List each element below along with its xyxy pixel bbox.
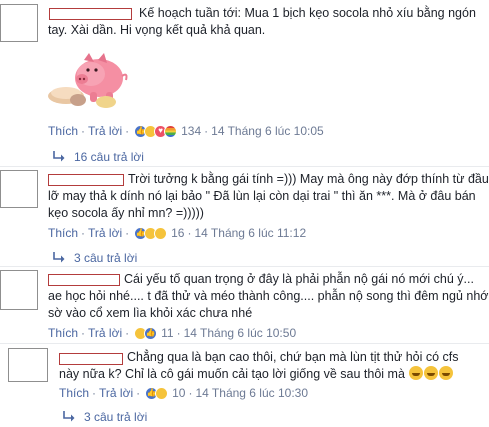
reply-arrow-icon — [63, 411, 75, 422]
separator: · — [187, 226, 192, 240]
like-reaction-icon: 👍 — [144, 326, 158, 340]
comment-text: này nữa k? Chỉ là cô gái muốn cải tạo lờ… — [59, 366, 454, 383]
like-link[interactable]: Thích — [48, 124, 78, 138]
comment-meta: Thích · Trả lời · 👍 16 · 14 Tháng 6 lúc … — [48, 226, 306, 240]
wow-reaction-icon — [154, 226, 168, 240]
avatar[interactable] — [0, 170, 38, 208]
commenter-name-redacted[interactable] — [48, 174, 124, 186]
replies-count[interactable]: 3 câu trả lời — [84, 410, 147, 424]
replies-count[interactable]: 16 câu trả lời — [74, 150, 144, 164]
reply-link[interactable]: Trả lời — [88, 124, 122, 138]
timestamp[interactable]: 14 Tháng 6 lúc 10:30 — [195, 386, 308, 400]
reply-link[interactable]: Trả lời — [88, 326, 122, 340]
reply-arrow-icon — [53, 252, 65, 263]
divider — [0, 343, 489, 344]
reaction-count[interactable]: 134 — [181, 124, 201, 138]
timestamp[interactable]: 14 Tháng 6 lúc 11:12 — [194, 226, 306, 240]
reply-link[interactable]: Trả lời — [99, 386, 133, 400]
view-replies[interactable]: 3 câu trả lời — [52, 251, 137, 265]
separator: · — [81, 226, 86, 240]
laughing-emoji-icon — [424, 366, 439, 380]
reaction-count[interactable]: 16 — [171, 226, 184, 240]
avatar[interactable] — [8, 348, 48, 382]
separator: · — [81, 326, 86, 340]
laughing-emoji-icon — [409, 366, 424, 380]
reactions[interactable]: 👍 — [134, 326, 158, 340]
separator: · — [125, 124, 130, 138]
haha-reaction-icon — [155, 386, 169, 400]
timestamp[interactable]: 14 Tháng 6 lúc 10:50 — [184, 326, 297, 340]
like-link[interactable]: Thích — [48, 326, 78, 340]
comment-text: sờ vào cổ xem lìa khỏi xác chưa nhé — [48, 306, 253, 320]
separator: · — [125, 326, 130, 340]
like-link[interactable]: Thích — [48, 226, 78, 240]
separator: · — [125, 226, 130, 240]
comment-text: tay. Xài dần. Hi vọng kết quả khả quan. — [48, 23, 266, 37]
separator: · — [136, 386, 141, 400]
timestamp[interactable]: 14 Tháng 6 lúc 10:05 — [211, 124, 324, 138]
divider — [0, 266, 489, 267]
comment-meta: Thích · Trả lời · 👍 ♥ 134 · 14 Tháng 6 l… — [48, 124, 324, 138]
like-link[interactable]: Thích — [59, 386, 89, 400]
comment-text: Cái yếu tố quan trọng ở đây là phải phẫn… — [124, 272, 474, 286]
view-replies[interactable]: 3 câu trả lời — [62, 410, 147, 424]
divider — [0, 166, 489, 167]
reply-arrow-icon — [53, 151, 65, 162]
separator: · — [204, 124, 209, 138]
comment-text: Trời tưởng k bằng gái tính =))) May mà ô… — [128, 172, 489, 186]
comment-meta: Thích · Trả lời · 👍 10 · 14 Tháng 6 lúc … — [59, 386, 308, 400]
separator: · — [81, 124, 86, 138]
commenter-name-redacted[interactable] — [59, 353, 123, 365]
avatar[interactable] — [0, 270, 38, 310]
reactions[interactable]: 👍 ♥ — [134, 124, 178, 138]
comment-text: lỡ may thả k dính nó lại bảo " Đã lùn lạ… — [48, 189, 476, 203]
comment-text: ae học hỏi nhé.... t đã thử và méo thành… — [48, 289, 489, 303]
reaction-count[interactable]: 11 — [161, 326, 173, 340]
reactions[interactable]: 👍 — [145, 386, 169, 400]
comment-text-line: này nữa k? Chỉ là cô gái muốn cải tạo lờ… — [59, 367, 405, 381]
view-replies[interactable]: 16 câu trả lời — [52, 150, 144, 164]
reply-link[interactable]: Trả lời — [88, 226, 122, 240]
commenter-name-redacted[interactable] — [48, 274, 120, 286]
reactions[interactable]: 👍 — [134, 226, 168, 240]
comment-text: Kế hoạch tuần tới: Mua 1 bịch kẹo socola… — [139, 6, 476, 20]
reaction-count[interactable]: 10 — [172, 386, 185, 400]
replies-count[interactable]: 3 câu trả lời — [74, 251, 137, 265]
laughing-emoji-icon — [439, 366, 454, 380]
separator: · — [176, 326, 181, 340]
pig-sticker — [48, 53, 128, 108]
comment-text: Chẳng qua là bạn cao thôi, chứ bạn mà lù… — [127, 350, 459, 364]
comment-text: kẹo socola ấy nhỉ mn? =))))) — [48, 206, 204, 220]
comment-meta: Thích · Trả lời · 👍 11 · 14 Tháng 6 lúc … — [48, 326, 296, 340]
separator: · — [92, 386, 97, 400]
separator: · — [188, 386, 193, 400]
avatar[interactable] — [0, 4, 38, 42]
pride-reaction-icon — [164, 124, 178, 138]
commenter-name-redacted[interactable] — [49, 8, 132, 20]
